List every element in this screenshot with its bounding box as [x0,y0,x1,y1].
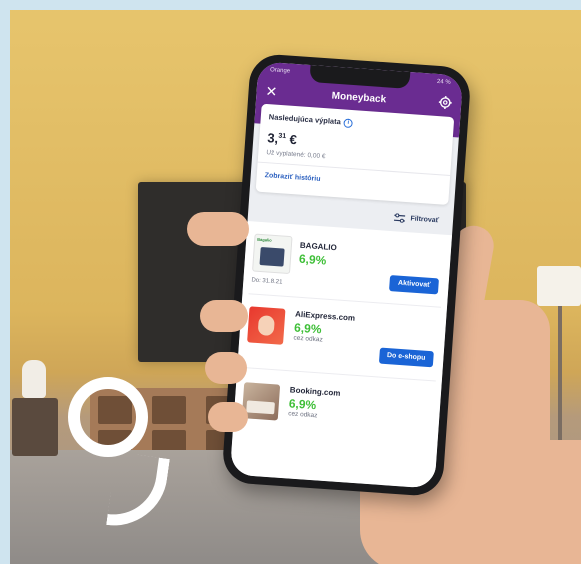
activate-button[interactable]: Aktivovať [389,275,439,295]
frame-left [0,0,10,564]
list-item[interactable]: AliExpress.com 6,9% cez odkaz Do e-shopu [237,294,447,380]
info-icon[interactable]: i [343,117,354,128]
finger-3 [205,352,247,384]
finger-2 [200,300,248,332]
filter-button[interactable]: Filtrovať [394,213,439,225]
shop-list: Bagalio BAGALIO 6,9% Do: 31.8.21 Aktivov… [229,220,453,489]
filter-label: Filtrovať [410,215,440,225]
finger-4 [208,402,248,432]
payout-amount: 3,31 € [267,130,297,147]
amount-cents: 31 [278,132,287,141]
item-rate: 6,9% [298,251,327,268]
amount-main: 3, [266,130,279,146]
amount-currency: € [289,131,298,148]
thumbnail-label: Bagalio [257,236,272,243]
phone: Orange 24 % ✕ Moneyback Nasledujúca výpl… [221,52,472,498]
payout-label-row: Nasledujúca výplata i [268,112,354,128]
aliexpress-thumbnail [247,306,286,345]
vase [22,360,46,398]
finger-1 [187,212,249,246]
carrier-label: Orange [269,67,291,75]
app-screen: Orange 24 % ✕ Moneyback Nasledujúca výpl… [229,61,464,489]
eshop-button[interactable]: Do e-shopu [378,347,434,368]
gear-icon[interactable] [438,95,453,110]
lamp-shade [537,266,581,306]
item-name: BAGALIO [299,240,338,253]
history-link[interactable]: Zobraziť históriu [264,172,320,183]
item-subtext: cez odkaz [293,334,323,344]
list-item[interactable]: Booking.com 6,9% cez odkaz [232,368,442,454]
frame-top [0,0,581,10]
side-table [12,398,58,456]
bagalio-thumbnail: Bagalio [252,233,293,275]
payout-label: Nasledujúca výplata [268,112,342,127]
payout-card: Nasledujúca výplata i 3,31 € Už vyplatené… [255,103,455,205]
item-date: Do: 31.8.21 [251,277,283,286]
battery-label: 24 % [436,78,451,86]
item-subtext: cez odkaz [287,410,318,420]
logo-ring [68,377,148,457]
paid-total: Už vyplatené: 0,00 € [266,149,326,161]
filter-icon [394,213,406,223]
